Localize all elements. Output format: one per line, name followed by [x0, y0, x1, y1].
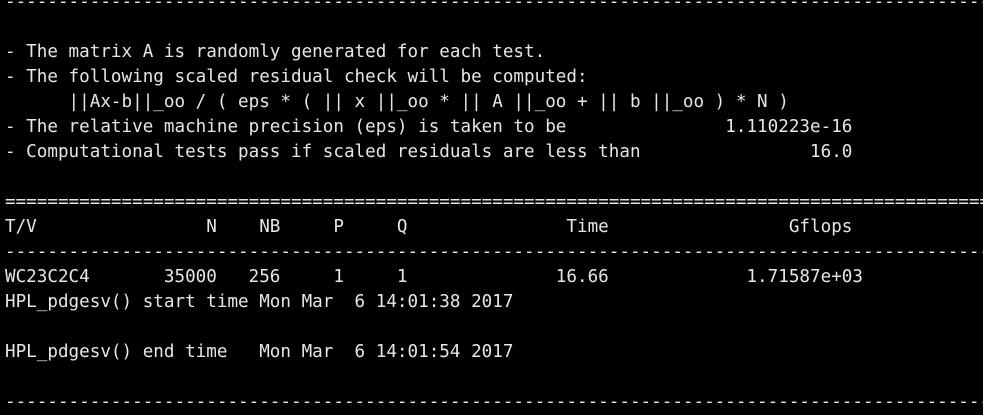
separator-dashes: ----------------------------------------… — [5, 0, 983, 12]
separator-dashes: ----------------------------------------… — [5, 242, 983, 262]
info-pass-threshold: - Computational tests pass if scaled res… — [5, 142, 853, 162]
info-machine-precision: - The relative machine precision (eps) i… — [5, 117, 853, 137]
info-residual-check: - The following scaled residual check wi… — [5, 67, 588, 87]
end-time-line: HPL_pdgesv() end time Mon Mar 6 14:01:54… — [5, 342, 514, 362]
separator-dashes: ----------------------------------------… — [5, 392, 983, 412]
terminal-window[interactable]: ----------------------------------------… — [0, 0, 983, 412]
results-table-header: T/V N NB P Q Time Gflops — [5, 217, 853, 237]
residual-formula: ||Ax-b||_oo / ( eps * ( || x ||_oo * || … — [5, 92, 789, 112]
start-time-line: HPL_pdgesv() start time Mon Mar 6 14:01:… — [5, 292, 514, 312]
results-table-row: WC23C2C4 35000 256 1 1 16.66 1.71587e+03 — [5, 267, 863, 287]
separator-equals: ========================================… — [5, 192, 983, 212]
info-matrix-generation: - The matrix A is randomly generated for… — [5, 42, 546, 62]
